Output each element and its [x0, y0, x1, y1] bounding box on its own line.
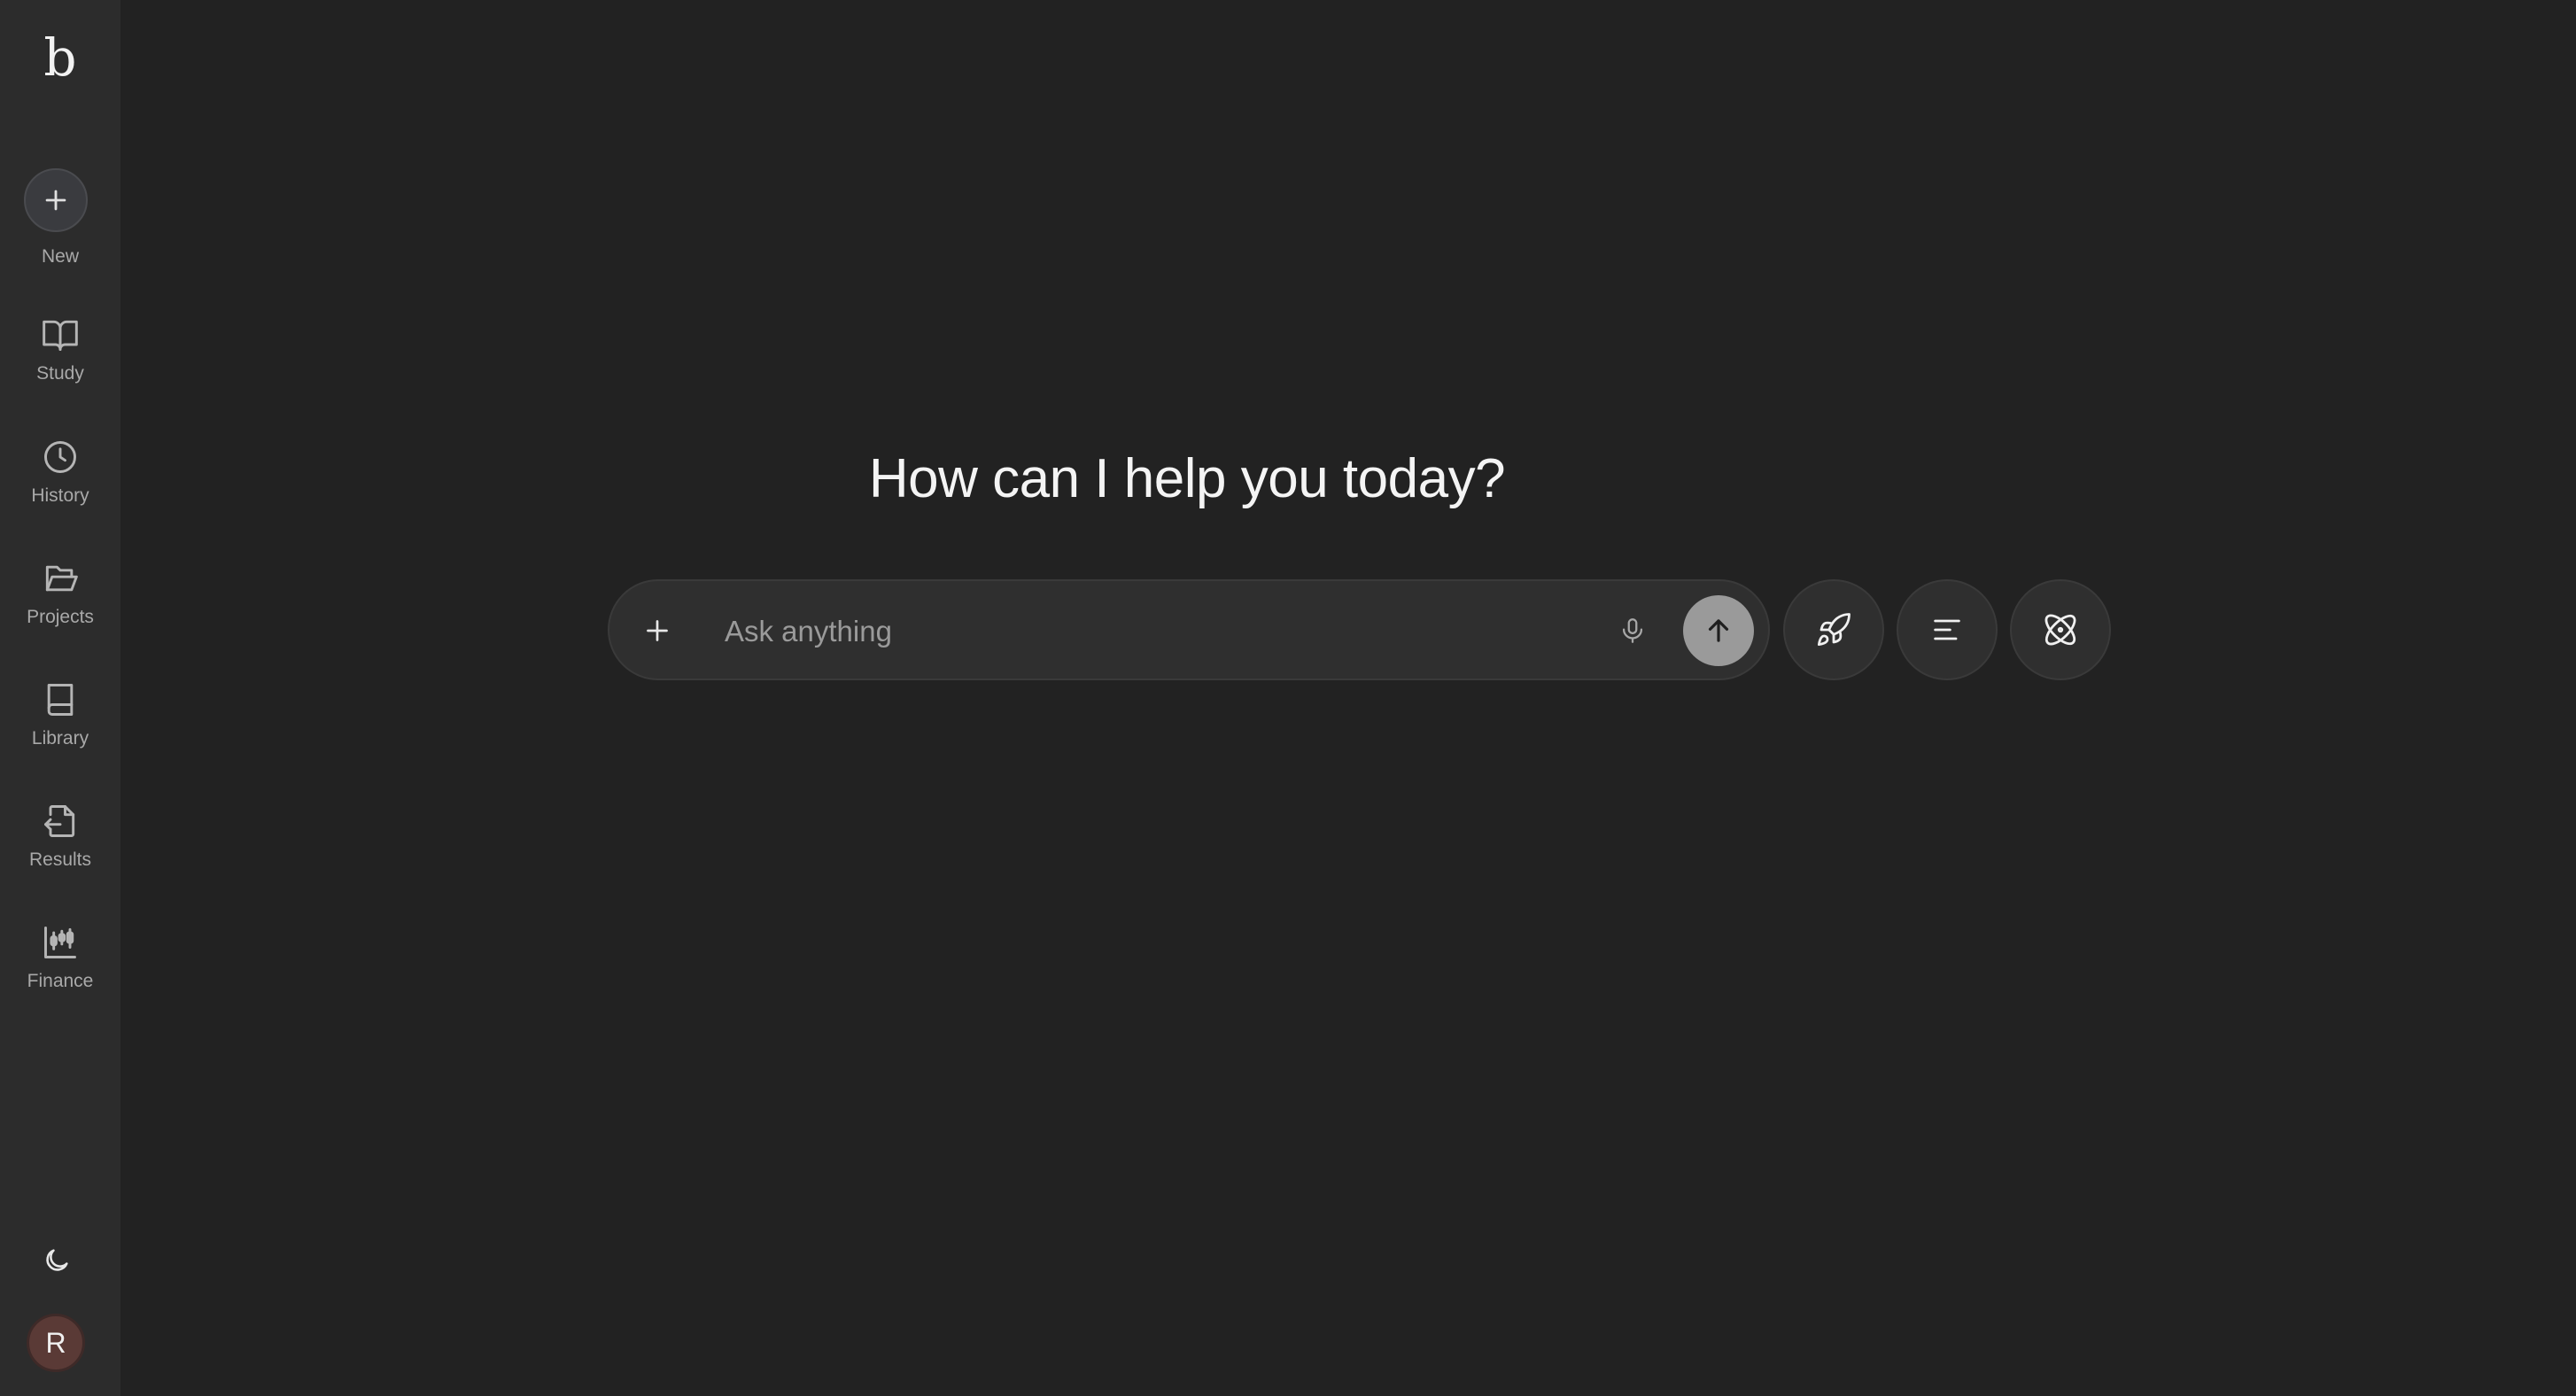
moon-icon: [46, 1249, 68, 1271]
new-chat-label: New: [41, 246, 79, 267]
file-import-icon: [44, 805, 75, 837]
new-chat-button[interactable]: [24, 168, 88, 232]
folder-open-icon: [45, 565, 78, 592]
chart-candlestick-icon: [44, 927, 76, 958]
sidebar-item-finance[interactable]: Finance: [0, 923, 120, 1020]
prompt-input[interactable]: [723, 608, 1577, 655]
plus-icon: [647, 620, 668, 641]
app-window: b New Study History Projects Library Res…: [0, 0, 2576, 1396]
theme-toggle-button[interactable]: [39, 1243, 74, 1278]
voice-input-button[interactable]: [1610, 608, 1655, 654]
microphone-icon: [1622, 618, 1643, 643]
page-title: How can I help you today?: [868, 448, 1506, 509]
text-align-left-icon: [1934, 619, 1960, 640]
atom-icon: [2045, 614, 2076, 646]
sidebar-item-label: Library: [31, 728, 89, 748]
sidebar-item-label: Finance: [27, 971, 94, 991]
clock-icon: [44, 441, 76, 473]
mode-button-atom[interactable]: [2010, 579, 2111, 680]
sidebar-item-label: Results: [28, 849, 92, 870]
mode-button-text[interactable]: [1897, 579, 1998, 680]
book-open-icon: [43, 320, 78, 351]
sidebar-item-results[interactable]: Results: [0, 802, 120, 899]
sidebar-item-projects[interactable]: Projects: [0, 559, 120, 656]
prompt-bar: [608, 579, 1770, 680]
send-button[interactable]: [1683, 595, 1754, 666]
sidebar-item-history[interactable]: History: [0, 438, 120, 535]
app-logo[interactable]: b: [0, 27, 120, 89]
sidebar-item-label: Study: [36, 363, 84, 384]
user-avatar[interactable]: R: [27, 1314, 85, 1372]
sidebar-item-label: History: [31, 485, 89, 506]
mode-button-rocket[interactable]: [1783, 579, 1884, 680]
sidebar: b New Study History Projects Library Res…: [0, 0, 120, 1396]
book-icon: [47, 684, 74, 716]
attach-button[interactable]: [632, 606, 682, 655]
rocket-icon: [1817, 613, 1851, 647]
arrow-up-icon: [1708, 619, 1729, 642]
plus-icon: [45, 190, 66, 211]
sidebar-item-study[interactable]: Study: [0, 315, 120, 413]
sidebar-item-library[interactable]: Library: [0, 680, 120, 778]
sidebar-item-label: Projects: [27, 607, 94, 627]
